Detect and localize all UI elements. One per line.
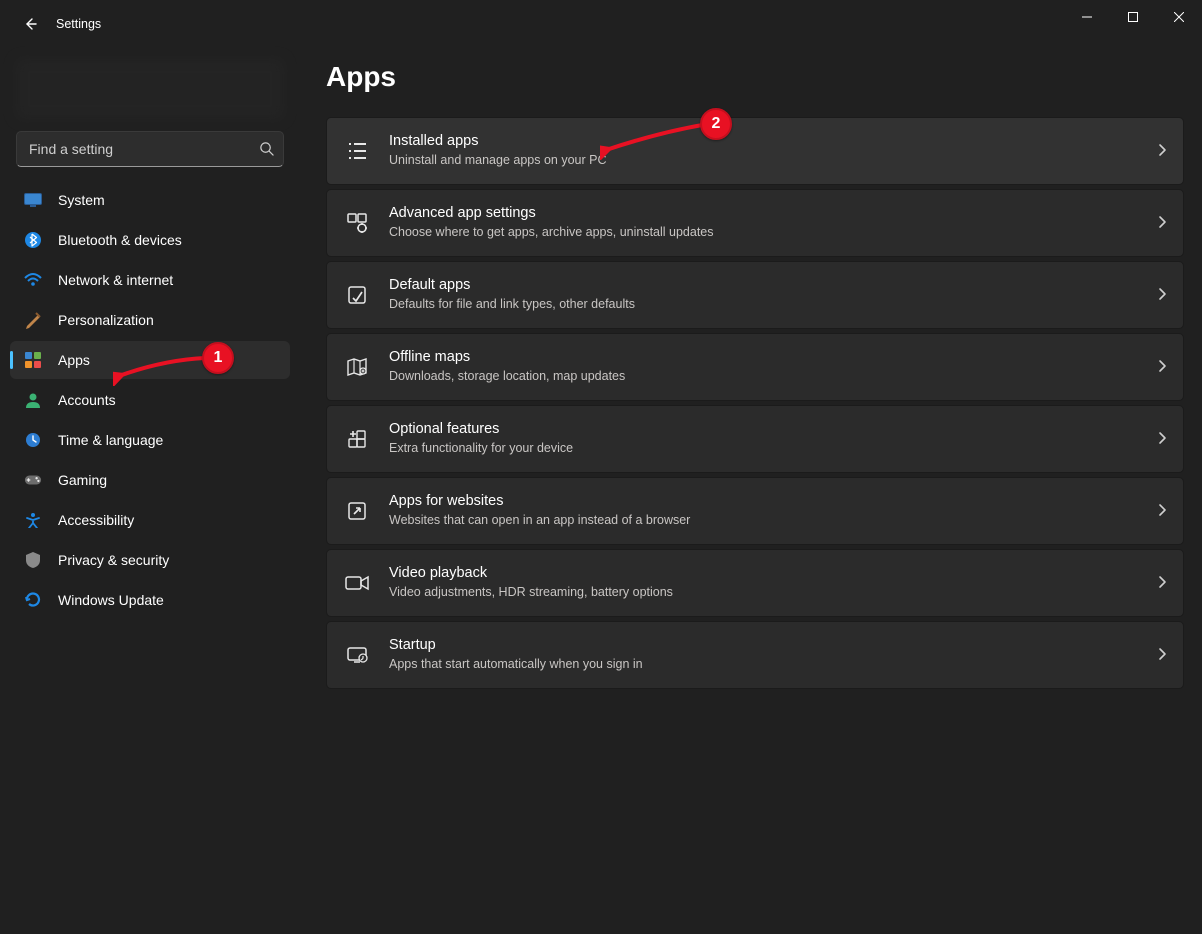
user-profile-blurred[interactable] (16, 59, 284, 119)
card-installed[interactable]: Installed appsUninstall and manage apps … (326, 117, 1184, 185)
gaming-icon (24, 471, 42, 489)
optional-icon (345, 427, 369, 451)
search-box[interactable] (16, 131, 284, 167)
default-icon (345, 283, 369, 307)
maximize-button[interactable] (1110, 0, 1156, 34)
bluetooth-icon (24, 231, 42, 249)
card-subtitle: Apps that start automatically when you s… (389, 656, 1157, 674)
chevron-right-icon (1157, 215, 1167, 232)
card-subtitle: Video adjustments, HDR streaming, batter… (389, 584, 1157, 602)
card-startup[interactable]: StartupApps that start automatically whe… (326, 621, 1184, 689)
card-maps[interactable]: Offline mapsDownloads, storage location,… (326, 333, 1184, 401)
sidebar-item-gaming[interactable]: Gaming (10, 461, 290, 499)
page-content: Apps Installed appsUninstall and manage … (314, 53, 1184, 934)
card-title: Video playback (389, 564, 1157, 583)
card-subtitle: Websites that can open in an app instead… (389, 512, 1157, 530)
sidebar-item-label: Apps (58, 352, 90, 368)
minimize-button[interactable] (1064, 0, 1110, 34)
nav-list: System Bluetooth & devices Network & inter… (0, 181, 300, 619)
card-title: Installed apps (389, 132, 1157, 151)
window-controls (1064, 0, 1202, 34)
chevron-right-icon (1157, 143, 1167, 160)
websites-icon (345, 499, 369, 523)
card-subtitle: Uninstall and manage apps on your PC (389, 152, 1157, 170)
annotation-badge-2: 2 (700, 108, 732, 140)
card-title: Advanced app settings (389, 204, 1157, 223)
startup-icon (345, 643, 369, 667)
card-title: Default apps (389, 276, 1157, 295)
card-title: Startup (389, 636, 1157, 655)
sidebar-item-time[interactable]: Time & language (10, 421, 290, 459)
sidebar-item-label: Privacy & security (58, 552, 169, 568)
sidebar-item-network[interactable]: Network & internet (10, 261, 290, 299)
card-subtitle: Choose where to get apps, archive apps, … (389, 224, 1157, 242)
sidebar-item-update[interactable]: Windows Update (10, 581, 290, 619)
chevron-right-icon (1157, 359, 1167, 376)
card-title: Optional features (389, 420, 1157, 439)
sidebar-item-label: System (58, 192, 105, 208)
sidebar: System Bluetooth & devices Network & inter… (0, 53, 300, 934)
network-icon (24, 271, 42, 289)
sidebar-item-label: Network & internet (58, 272, 173, 288)
installed-icon (345, 139, 369, 163)
sidebar-item-accessibility[interactable]: Accessibility (10, 501, 290, 539)
card-video[interactable]: Video playbackVideo adjustments, HDR str… (326, 549, 1184, 617)
system-icon (24, 191, 42, 209)
page-title: Apps (326, 61, 1184, 93)
chevron-right-icon (1157, 503, 1167, 520)
accessibility-icon (24, 511, 42, 529)
sidebar-item-label: Bluetooth & devices (58, 232, 182, 248)
window-title: Settings (56, 17, 101, 31)
card-title: Offline maps (389, 348, 1157, 367)
card-subtitle: Extra functionality for your device (389, 440, 1157, 458)
sidebar-item-accounts[interactable]: Accounts (10, 381, 290, 419)
chevron-right-icon (1157, 647, 1167, 664)
apps-icon (24, 351, 42, 369)
video-icon (345, 571, 369, 595)
maps-icon (345, 355, 369, 379)
search-input[interactable] (27, 140, 259, 158)
sidebar-item-label: Windows Update (58, 592, 164, 608)
sidebar-item-label: Gaming (58, 472, 107, 488)
annotation-badge-1: 1 (202, 342, 234, 374)
time-icon (24, 431, 42, 449)
sidebar-item-label: Accessibility (58, 512, 134, 528)
card-subtitle: Defaults for file and link types, other … (389, 296, 1157, 314)
advanced-icon (345, 211, 369, 235)
personalization-icon (24, 311, 42, 329)
sidebar-item-system[interactable]: System (10, 181, 290, 219)
title-bar: Settings (0, 0, 1202, 47)
sidebar-item-privacy[interactable]: Privacy & security (10, 541, 290, 579)
accounts-icon (24, 391, 42, 409)
sidebar-item-label: Accounts (58, 392, 116, 408)
chevron-right-icon (1157, 287, 1167, 304)
card-subtitle: Downloads, storage location, map updates (389, 368, 1157, 386)
back-button[interactable] (22, 16, 38, 32)
sidebar-item-bluetooth[interactable]: Bluetooth & devices (10, 221, 290, 259)
sidebar-item-personalization[interactable]: Personalization (10, 301, 290, 339)
card-title: Apps for websites (389, 492, 1157, 511)
privacy-icon (24, 551, 42, 569)
sidebar-item-apps[interactable]: Apps (10, 341, 290, 379)
card-optional[interactable]: Optional featuresExtra functionality for… (326, 405, 1184, 473)
card-advanced[interactable]: Advanced app settingsChoose where to get… (326, 189, 1184, 257)
close-button[interactable] (1156, 0, 1202, 34)
sidebar-item-label: Personalization (58, 312, 154, 328)
chevron-right-icon (1157, 575, 1167, 592)
sidebar-item-label: Time & language (58, 432, 163, 448)
card-websites[interactable]: Apps for websitesWebsites that can open … (326, 477, 1184, 545)
chevron-right-icon (1157, 431, 1167, 448)
search-icon (259, 141, 275, 157)
card-default[interactable]: Default appsDefaults for file and link t… (326, 261, 1184, 329)
update-icon (24, 591, 42, 609)
